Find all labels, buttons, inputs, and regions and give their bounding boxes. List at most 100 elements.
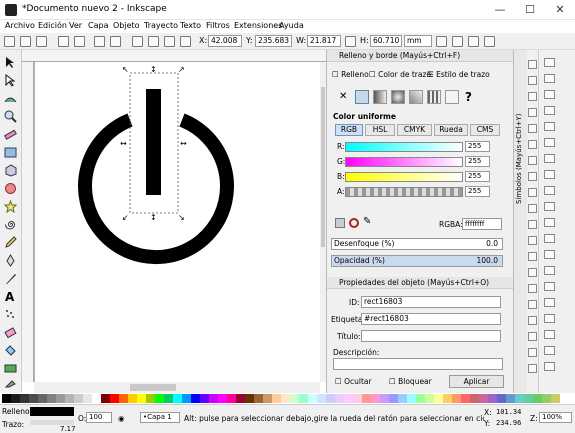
- mode-hsl[interactable]: HSL: [365, 124, 395, 136]
- palette-swatch[interactable]: [173, 394, 182, 403]
- select-all-layers-icon[interactable]: [20, 36, 31, 47]
- palette-swatch[interactable]: [227, 394, 236, 403]
- rotate-cw-icon[interactable]: [74, 36, 85, 47]
- paint-bucket-tool-icon[interactable]: [4, 344, 17, 357]
- snap-grids-icon[interactable]: [544, 314, 555, 323]
- tab-stroke-style[interactable]: ☰ Estilo de trazo: [427, 70, 490, 79]
- undo-icon[interactable]: [528, 156, 537, 165]
- snap-rotation-centers-icon[interactable]: [544, 266, 555, 275]
- tab-fill[interactable]: ☐ Relleno: [332, 70, 369, 79]
- palette-swatch[interactable]: [182, 394, 191, 403]
- unit-select[interactable]: mm: [404, 35, 432, 47]
- fill-stroke-dialog-icon[interactable]: [528, 316, 537, 325]
- spray-tool-icon[interactable]: [4, 308, 17, 321]
- palette-swatch[interactable]: [551, 394, 560, 403]
- menu-capa[interactable]: Capa: [88, 21, 108, 30]
- palette-swatch[interactable]: [317, 394, 326, 403]
- menu-archivo[interactable]: Archivo: [5, 21, 35, 30]
- linear-gradient-icon[interactable]: [373, 90, 387, 104]
- description-field[interactable]: [333, 358, 503, 370]
- star-tool-icon[interactable]: [4, 200, 17, 213]
- palette-swatch[interactable]: [200, 394, 209, 403]
- palette-swatch[interactable]: [371, 394, 380, 403]
- zoom-fit-icon[interactable]: [528, 236, 537, 245]
- scale-stroke-icon[interactable]: [436, 36, 447, 47]
- redo-icon[interactable]: [528, 172, 537, 181]
- palette-swatch[interactable]: [110, 394, 119, 403]
- text-dialog-icon[interactable]: [528, 332, 537, 341]
- canvas-horizontal-scrollbar[interactable]: [34, 382, 320, 393]
- pen-tool-icon[interactable]: [4, 254, 17, 267]
- palette-swatch[interactable]: [533, 394, 542, 403]
- palette-swatch[interactable]: [524, 394, 533, 403]
- palette-swatch[interactable]: [155, 394, 164, 403]
- snap-object-centers-icon[interactable]: [544, 250, 555, 259]
- new-document-icon[interactable]: [528, 60, 537, 69]
- tab-stroke-paint[interactable]: ☐ Color de trazo: [369, 70, 431, 79]
- resize-handle-nw[interactable]: ↖: [122, 65, 129, 74]
- zoom-field[interactable]: 100%: [539, 412, 572, 423]
- node-tool-icon[interactable]: [4, 74, 17, 87]
- lock-checkbox[interactable]: ☐ Bloquear: [389, 377, 432, 386]
- menu-edicion[interactable]: Edición: [38, 21, 67, 30]
- palette-swatch[interactable]: [83, 394, 92, 403]
- palette-swatch[interactable]: [443, 394, 452, 403]
- channel-a-slider[interactable]: [345, 187, 463, 197]
- print-icon[interactable]: [528, 108, 537, 117]
- palette-swatch[interactable]: [380, 394, 389, 403]
- palette-swatch[interactable]: [290, 394, 299, 403]
- zoom-tool-icon[interactable]: [4, 110, 17, 123]
- palette-swatch[interactable]: [326, 394, 335, 403]
- fill-stroke-header[interactable]: Relleno y borde (Mayús+Ctrl+F): [327, 50, 514, 62]
- snap-midpoint-icon[interactable]: [544, 362, 555, 371]
- color-managed-icon[interactable]: [335, 218, 345, 228]
- palette-swatch[interactable]: [497, 394, 506, 403]
- scale-corners-icon[interactable]: [452, 36, 463, 47]
- snap-bbox-icon[interactable]: [544, 74, 555, 83]
- palette-swatch[interactable]: [389, 394, 398, 403]
- snap-bbox-midpoints-icon[interactable]: [544, 122, 555, 131]
- align-dialog-icon[interactable]: [528, 364, 537, 373]
- palette-swatch[interactable]: [470, 394, 479, 403]
- palette-swatch[interactable]: [281, 394, 290, 403]
- ungroup-icon[interactable]: [528, 300, 537, 309]
- palette-swatch[interactable]: [164, 394, 173, 403]
- menu-objeto[interactable]: Objeto: [113, 21, 140, 30]
- palette-swatch[interactable]: [65, 394, 74, 403]
- symbols-dock-tab[interactable]: Símbolos (Mayús+Ctrl+Y): [513, 50, 527, 393]
- maximize-button[interactable]: ☐: [515, 0, 545, 20]
- measure-tool-icon[interactable]: [4, 128, 17, 141]
- menu-trayecto[interactable]: Trayecto: [144, 21, 178, 30]
- flat-color-icon[interactable]: [355, 90, 369, 104]
- raise-icon[interactable]: [148, 36, 159, 47]
- palette-swatch[interactable]: [263, 394, 272, 403]
- palette-swatch[interactable]: [2, 394, 11, 403]
- w-field[interactable]: 21.817: [307, 35, 341, 47]
- unset-paint-icon[interactable]: ?: [465, 90, 472, 104]
- snap-nodes-icon[interactable]: [544, 154, 555, 163]
- eraser-tool-icon[interactable]: [4, 326, 17, 339]
- selector-tool-icon[interactable]: [4, 56, 17, 69]
- palette-swatch[interactable]: [119, 394, 128, 403]
- menu-extensiones[interactable]: Extensiones: [234, 21, 282, 30]
- palette-swatch[interactable]: [137, 394, 146, 403]
- mode-rgb[interactable]: RGB: [335, 124, 363, 136]
- snap-bbox-edges-icon[interactable]: [544, 90, 555, 99]
- palette-swatch[interactable]: [335, 394, 344, 403]
- channel-b-slider[interactable]: [345, 172, 463, 182]
- flip-vertical-icon[interactable]: [110, 36, 121, 47]
- channel-a-value[interactable]: 255: [465, 186, 490, 197]
- palette-swatch[interactable]: [452, 394, 461, 403]
- palette-swatch[interactable]: [74, 394, 83, 403]
- import-icon[interactable]: [528, 124, 537, 133]
- palette-swatch[interactable]: [416, 394, 425, 403]
- rotate-ccw-icon[interactable]: [58, 36, 69, 47]
- select-all-icon[interactable]: [4, 36, 15, 47]
- mode-wheel[interactable]: Rueda: [434, 124, 468, 136]
- transform-patterns-icon[interactable]: [484, 36, 495, 47]
- palette-swatch[interactable]: [236, 394, 245, 403]
- object-props-header[interactable]: Propiedades del objeto (Mayús+Ctrl+O): [327, 277, 514, 289]
- opacity-status-field[interactable]: 100: [86, 412, 112, 423]
- x-field[interactable]: 42.008: [208, 35, 242, 47]
- palette-swatch[interactable]: [128, 394, 137, 403]
